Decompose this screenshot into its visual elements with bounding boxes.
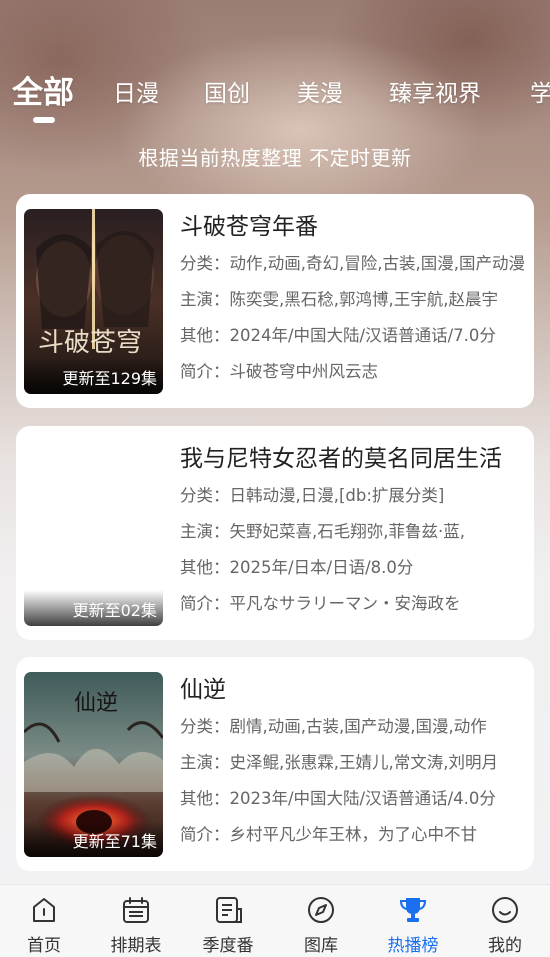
- anime-title[interactable]: 仙逆: [180, 671, 526, 709]
- anime-card[interactable]: 更新至02集 我与尼特女忍者的莫名同居生活 分类：日韩动漫,日漫,[db:扩展分…: [16, 426, 534, 640]
- intro-row: 简介：斗破苍穹中州风云志: [180, 362, 378, 381]
- nav-schedule-label: 排期表: [110, 936, 162, 956]
- nav-season[interactable]: 季度番: [182, 885, 274, 957]
- bottom-nav: 首页 排期表 季度番 图库 热播榜 我的: [0, 884, 550, 957]
- episode-badge: 更新至02集: [24, 590, 163, 626]
- smile-icon: [492, 897, 518, 923]
- episode-badge: 更新至71集: [24, 821, 163, 857]
- anime-title[interactable]: 斗破苍穹年番: [180, 208, 526, 246]
- document-icon: [216, 897, 242, 923]
- category-tabs: 全部 日漫 国创 美漫 臻享视界 学: [0, 70, 550, 122]
- compass-icon: [308, 897, 334, 923]
- nav-profile-label: 我的: [488, 936, 522, 956]
- genre-row: 分类：动作,动画,奇幻,冒险,古装,国漫,国产动漫: [180, 254, 525, 273]
- active-tab-indicator: [33, 117, 55, 123]
- anime-card[interactable]: 斗破苍穹 更新至129集 斗破苍穹年番 分类：动作,动画,奇幻,冒险,古装,国漫…: [16, 194, 534, 408]
- nav-season-label: 季度番: [202, 936, 254, 956]
- cover-image[interactable]: 斗破苍穹 更新至129集: [24, 209, 163, 394]
- nav-home-label: 首页: [27, 936, 61, 956]
- tab-american-anime[interactable]: 美漫: [297, 70, 343, 122]
- other-info-row: 其他：2024年/中国大陆/汉语普通话/7.0分: [180, 326, 496, 345]
- episode-badge: 更新至129集: [24, 358, 163, 394]
- trophy-icon: [399, 898, 427, 922]
- tab-chinese-anime[interactable]: 国创: [204, 70, 250, 122]
- cast-row: 主演：史泽鲲,张惠霖,王婧儿,常文涛,刘明月: [180, 753, 498, 772]
- anime-title[interactable]: 我与尼特女忍者的莫名同居生活: [180, 440, 526, 478]
- home-icon: [33, 898, 55, 922]
- other-info-row: 其他：2025年/日本/日语/8.0分: [180, 558, 414, 577]
- nav-profile[interactable]: 我的: [459, 885, 550, 957]
- calendar-icon: [123, 897, 149, 923]
- intro-row: 简介：平凡なサラリーマン・安海政を: [180, 594, 461, 613]
- tab-premium-vision[interactable]: 臻享视界: [389, 70, 481, 122]
- svg-text:仙逆: 仙逆: [74, 691, 118, 716]
- cover-image[interactable]: 更新至02集: [24, 441, 163, 626]
- nav-gallery-label: 图库: [304, 936, 338, 956]
- anime-card[interactable]: 仙逆 更新至71集 仙逆 分类：剧情,动画,古装,国产动漫,国漫,动作 主演：史…: [16, 657, 534, 871]
- svg-text:斗破苍穹: 斗破苍穹: [38, 328, 142, 358]
- cover-image[interactable]: 仙逆 更新至71集: [24, 672, 163, 857]
- nav-home[interactable]: 首页: [0, 885, 90, 957]
- genre-row: 分类：剧情,动画,古装,国产动漫,国漫,动作: [180, 717, 487, 736]
- nav-hot-ranking[interactable]: 热播榜: [367, 885, 459, 957]
- nav-schedule[interactable]: 排期表: [90, 885, 182, 957]
- tab-all[interactable]: 全部: [12, 70, 74, 122]
- ranking-subtitle: 根据当前热度整理 不定时更新: [138, 146, 412, 170]
- tab-japanese-anime[interactable]: 日漫: [113, 70, 159, 122]
- genre-row: 分类：日韩动漫,日漫,[db:扩展分类]: [180, 486, 445, 505]
- cast-row: 主演：陈奕雯,黑石稔,郭鸿博,王宇航,赵晨宇: [180, 290, 498, 309]
- other-info-row: 其他：2023年/中国大陆/汉语普通话/4.0分: [180, 789, 496, 808]
- cast-row: 主演：矢野妃菜喜,石毛翔弥,菲鲁兹·蓝,: [180, 522, 465, 541]
- nav-hot-ranking-label: 热播榜: [387, 936, 439, 956]
- tab-more[interactable]: 学: [530, 70, 550, 122]
- intro-row: 简介：乡村平凡少年王林，为了心中不甘: [180, 825, 477, 844]
- nav-gallery[interactable]: 图库: [275, 885, 367, 957]
